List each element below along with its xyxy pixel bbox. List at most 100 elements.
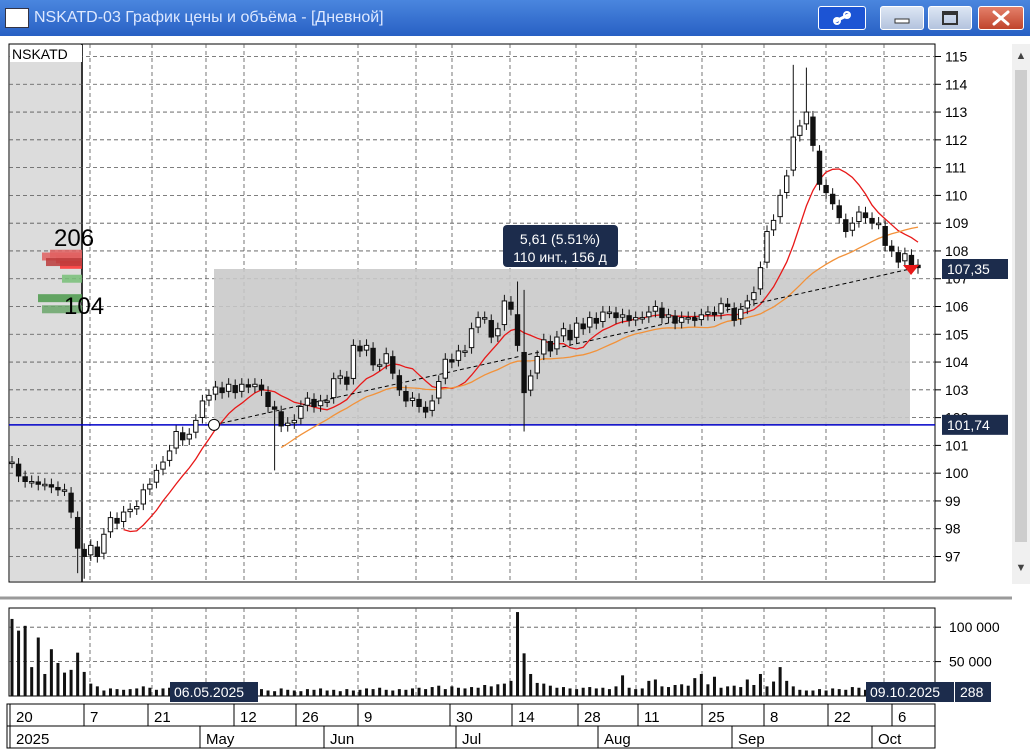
volume-bar (601, 687, 605, 696)
volume-bar (667, 687, 671, 696)
month-tick-label: May (206, 731, 235, 748)
candle-body (744, 300, 751, 309)
candle-body (28, 481, 35, 484)
minimize-button[interactable] (880, 6, 924, 30)
volume-bar (660, 686, 664, 696)
close-button[interactable] (978, 6, 1024, 30)
candle-body (895, 252, 902, 263)
volume-bar (653, 679, 657, 696)
day-tick-label: 8 (770, 709, 778, 726)
candle-body (239, 383, 245, 392)
candle-body (652, 306, 659, 312)
volume-bar (824, 690, 828, 696)
candle-body (88, 544, 94, 556)
candle-body (160, 461, 166, 470)
candle-body (685, 317, 691, 320)
volume-bar (49, 649, 53, 696)
candle-body (829, 193, 836, 205)
candle-body (665, 314, 672, 318)
candle-body (61, 489, 68, 492)
candle-body (422, 406, 429, 413)
candle-body (875, 222, 882, 226)
candle-body (166, 450, 173, 461)
candle-body (344, 376, 350, 385)
candle-body (705, 311, 711, 315)
scroll-thumb[interactable] (1015, 70, 1027, 542)
volume-bar (522, 653, 526, 696)
price-tick-label: 110 (945, 187, 968, 203)
volume-bar (594, 688, 598, 696)
price-volume-chart[interactable]: 206 104 979899100101102103104105106107108… (0, 36, 1012, 750)
day-tick-label: 25 (708, 709, 725, 726)
volume-bar (443, 689, 447, 696)
day-tick-label: 22 (834, 709, 851, 726)
volume-bar (286, 689, 290, 696)
candle-body (337, 375, 343, 379)
day-tick-label: 9 (364, 709, 372, 726)
candle-body (330, 378, 337, 399)
scroll-down-icon[interactable]: ▼ (1012, 562, 1030, 578)
candle-body (501, 300, 508, 326)
price-axis: 9798991001011021031041051061071081091101… (935, 49, 1008, 702)
candle-body (613, 312, 619, 319)
volume-bar (627, 687, 631, 696)
maximize-button[interactable] (928, 6, 972, 30)
link-button[interactable] (818, 6, 866, 30)
volume-bar (535, 682, 539, 696)
candle-body (593, 317, 600, 324)
profile-label-low: 104 (64, 293, 104, 320)
candle-body (107, 517, 114, 533)
volume-bar (332, 689, 336, 696)
volume-bar (358, 689, 362, 696)
volume-bar (148, 687, 152, 696)
volume-bar (10, 618, 14, 696)
candle-body (48, 484, 55, 488)
month-tick-label: Jul (462, 731, 481, 748)
candle-body (363, 344, 370, 351)
candle-body (258, 384, 265, 391)
scroll-up-icon[interactable]: ▲ (1012, 50, 1030, 66)
candle-body (908, 254, 915, 266)
end-date-label: 09.10.2025 (870, 684, 940, 700)
candle-body (816, 150, 823, 185)
volume-bar (410, 688, 414, 696)
volume-bar (476, 687, 480, 696)
price-tick-label: 99 (945, 493, 961, 509)
candle-body (147, 483, 153, 490)
volume-bar (76, 652, 80, 696)
volume-bar (23, 625, 27, 696)
volume-bar (850, 687, 854, 696)
candle-body (632, 317, 639, 321)
candle-body (127, 508, 133, 513)
candle-body (449, 359, 455, 363)
symbol-label: NSKATD (12, 46, 68, 62)
candle-body (639, 317, 645, 320)
vertical-scrollbar[interactable]: ▲ ▼ (1012, 44, 1030, 584)
volume-bar (607, 689, 611, 696)
measure-start-point (208, 418, 220, 431)
window-title: NSKATD-03 График цены и объёма - [Дневно… (34, 9, 384, 26)
volume-bar (778, 667, 782, 696)
profile-bar (62, 274, 82, 283)
volume-bar (128, 689, 132, 696)
candle-body (42, 483, 48, 487)
volume-bar (699, 673, 703, 696)
candle-body (396, 375, 403, 391)
price-tick-label: 103 (945, 382, 969, 398)
candle-body (783, 175, 790, 193)
candle-body (186, 433, 192, 440)
volume-bar (647, 680, 651, 696)
candle-body (22, 476, 28, 482)
candle-body (797, 125, 803, 136)
candle-body (495, 328, 501, 337)
candle-body (659, 307, 665, 319)
day-tick-label: 21 (154, 709, 171, 726)
profile-label-high: 206 (54, 225, 94, 252)
candle-body (199, 400, 206, 418)
volume-bar (614, 686, 618, 696)
candle-body (206, 394, 212, 401)
candle-body (81, 548, 87, 558)
window-titlebar[interactable]: NSKATD-03 График цены и объёма - [Дневно… (0, 0, 1030, 36)
volume-bar (30, 667, 34, 696)
candle-body (291, 419, 298, 424)
